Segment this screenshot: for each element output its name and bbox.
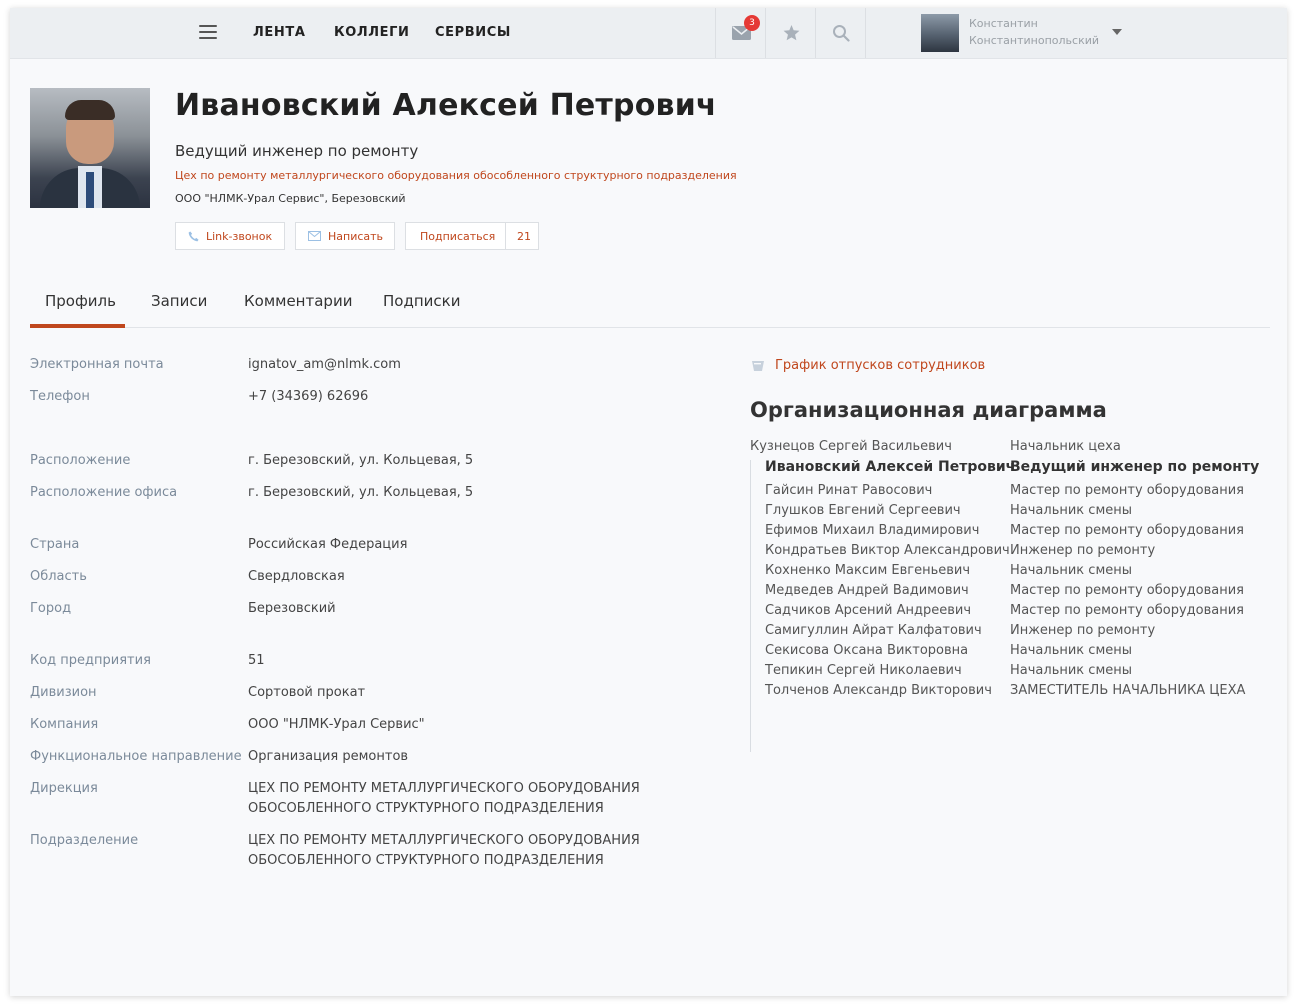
detail-label: Расположение офиса bbox=[30, 485, 178, 500]
org-manager-name[interactable]: Кузнецов Сергей Васильевич bbox=[750, 439, 952, 454]
active-tab-indicator bbox=[30, 324, 125, 328]
org-report-name[interactable]: Самигуллин Айрат Калфатович bbox=[765, 623, 982, 638]
org-report-role: Начальник смены bbox=[1010, 663, 1133, 678]
profile-position: Ведущий инженер по ремонту bbox=[175, 142, 419, 160]
org-report-name[interactable]: Секисова Оксана Викторовна bbox=[765, 643, 968, 658]
org-report-name[interactable]: Кохненко Максим Евгеньевич bbox=[765, 563, 970, 578]
org-manager-role: Начальник цеха bbox=[1010, 439, 1121, 454]
org-report-name[interactable]: Ефимов Михаил Владимирович bbox=[765, 523, 979, 538]
detail-label: Телефон bbox=[30, 389, 90, 404]
org-report-role: Инженер по ремонту bbox=[1010, 543, 1156, 558]
org-report-name[interactable]: Толченов Александр Викторович bbox=[765, 683, 992, 698]
org-report-role: Начальник смены bbox=[1010, 503, 1133, 518]
write-button[interactable]: Написать bbox=[295, 222, 395, 250]
avatar bbox=[921, 14, 959, 52]
detail-value: ЦЕХ ПО РЕМОНТУ МЕТАЛЛУРГИЧЕСКОГО ОБОРУДО… bbox=[248, 779, 640, 819]
vacation-schedule-label: График отпусков сотрудников bbox=[775, 358, 986, 373]
detail-value-line: ОБОСОБЛЕННОГО СТРУКТУРНОГО ПОДРАЗДЕЛЕНИЯ bbox=[248, 853, 604, 868]
calendar-icon bbox=[752, 360, 764, 371]
org-current-role: Ведущий инженер по ремонту bbox=[1010, 459, 1260, 475]
email-value[interactable]: ignatov_am@nlmk.com bbox=[248, 355, 401, 375]
tab-profile[interactable]: Профиль bbox=[45, 292, 116, 310]
detail-label: Город bbox=[30, 601, 72, 616]
detail-value: Организация ремонтов bbox=[248, 749, 409, 764]
org-report-role: ЗАМЕСТИТЕЛЬ НАЧАЛЬНИКА ЦЕХА bbox=[1010, 683, 1246, 698]
mail-badge: 3 bbox=[744, 15, 760, 31]
nav-colleagues[interactable]: КОЛЛЕГИ bbox=[334, 25, 410, 40]
app-window: ЛЕНТА КОЛЛЕГИ СЕРВИСЫ 3 Константин Конст… bbox=[10, 8, 1287, 996]
phone-icon bbox=[188, 230, 199, 241]
search-icon bbox=[833, 25, 850, 42]
detail-value: Березовский bbox=[248, 601, 336, 616]
detail-value: г. Березовский, ул. Кольцевая, 5 bbox=[248, 453, 474, 468]
org-report-name[interactable]: Гайсин Ринат Равосович bbox=[765, 483, 932, 498]
org-report-name[interactable]: Кондратьев Виктор Александрович bbox=[765, 543, 1010, 558]
nav-lenta[interactable]: ЛЕНТА bbox=[253, 25, 306, 40]
org-report-role: Мастер по ремонту оборудования bbox=[1010, 583, 1244, 598]
detail-value: 51 bbox=[248, 653, 265, 668]
profile-tabs: Профиль Записи Комментарии Подписки bbox=[30, 278, 1270, 328]
tab-subscriptions[interactable]: Подписки bbox=[383, 292, 460, 310]
detail-label: Область bbox=[30, 569, 87, 584]
profile-name: Ивановский Алексей Петрович bbox=[175, 88, 717, 123]
link-call-label: Link-звонок bbox=[206, 229, 273, 243]
detail-label: Страна bbox=[30, 537, 80, 552]
envelope-icon bbox=[308, 231, 321, 241]
org-report-name[interactable]: Глушков Евгений Сергеевич bbox=[765, 503, 961, 518]
top-bar: ЛЕНТА КОЛЛЕГИ СЕРВИСЫ 3 Константин Конст… bbox=[10, 8, 1287, 59]
tab-posts[interactable]: Записи bbox=[151, 292, 207, 310]
detail-value: Сортовой прокат bbox=[248, 685, 366, 700]
write-label: Написать bbox=[328, 229, 384, 243]
search-button[interactable] bbox=[815, 8, 866, 58]
org-report-name[interactable]: Медведев Андрей Вадимович bbox=[765, 583, 969, 598]
detail-label: Код предприятия bbox=[30, 653, 151, 668]
detail-label: Расположение bbox=[30, 453, 131, 468]
detail-label: Дирекция bbox=[30, 781, 98, 796]
detail-value: Свердловская bbox=[248, 569, 345, 584]
favorites-button[interactable] bbox=[765, 8, 816, 58]
org-report-role: Начальник смены bbox=[1010, 643, 1133, 658]
subscribe-button[interactable]: Подписаться 21 bbox=[405, 222, 539, 250]
detail-value: г. Березовский, ул. Кольцевая, 5 bbox=[248, 485, 474, 500]
detail-label: Компания bbox=[30, 717, 99, 732]
org-report-role: Мастер по ремонту оборудования bbox=[1010, 483, 1244, 498]
org-report-name[interactable]: Тепикин Сергей Николаевич bbox=[765, 663, 962, 678]
org-tree-line bbox=[750, 460, 751, 752]
link-call-button[interactable]: Link-звонок bbox=[175, 222, 285, 250]
subscribers-count: 21 bbox=[505, 223, 531, 249]
detail-value-line: ОБОСОБЛЕННОГО СТРУКТУРНОГО ПОДРАЗДЕЛЕНИЯ bbox=[248, 801, 604, 816]
menu-icon[interactable] bbox=[199, 25, 217, 41]
profile-photo bbox=[30, 88, 150, 208]
user-first-name: Константин bbox=[969, 17, 1038, 30]
subscribe-label: Подписаться bbox=[420, 229, 496, 243]
mail-button[interactable]: 3 bbox=[715, 8, 766, 58]
org-chart-title: Организационная диаграмма bbox=[750, 398, 1107, 422]
vacation-schedule-link[interactable]: График отпусков сотрудников bbox=[751, 358, 985, 373]
detail-value: Российская Федерация bbox=[248, 537, 408, 552]
org-current-name: Ивановский Алексей Петрович bbox=[765, 459, 1016, 475]
chevron-down-icon[interactable] bbox=[1112, 29, 1122, 35]
org-report-role: Мастер по ремонту оборудования bbox=[1010, 523, 1244, 538]
org-report-role: Инженер по ремонту bbox=[1010, 623, 1156, 638]
detail-label: Дивизион bbox=[30, 685, 97, 700]
detail-value-line: ЦЕХ ПО РЕМОНТУ МЕТАЛЛУРГИЧЕСКОГО ОБОРУДО… bbox=[248, 781, 640, 796]
star-icon bbox=[783, 25, 799, 41]
org-report-name[interactable]: Садчиков Арсений Андреевич bbox=[765, 603, 971, 618]
user-last-name: Константинопольский bbox=[969, 34, 1100, 47]
detail-value-line: ЦЕХ ПО РЕМОНТУ МЕТАЛЛУРГИЧЕСКОГО ОБОРУДО… bbox=[248, 833, 640, 848]
profile-department-link[interactable]: Цех по ремонту металлургического оборудо… bbox=[175, 169, 737, 182]
org-report-role: Мастер по ремонту оборудования bbox=[1010, 603, 1244, 618]
detail-value: ООО "НЛМК-Урал Сервис" bbox=[248, 717, 425, 732]
detail-label: Электронная почта bbox=[30, 357, 164, 372]
phone-value: +7 (34369) 62696 bbox=[248, 389, 369, 404]
tab-comments[interactable]: Комментарии bbox=[244, 292, 352, 310]
org-report-role: Начальник смены bbox=[1010, 563, 1133, 578]
profile-company: ООО "НЛМК-Урал Сервис", Березовский bbox=[175, 192, 406, 205]
detail-value: ЦЕХ ПО РЕМОНТУ МЕТАЛЛУРГИЧЕСКОГО ОБОРУДО… bbox=[248, 831, 640, 871]
detail-label: Подразделение bbox=[30, 833, 139, 848]
user-menu[interactable]: Константин Константинопольский bbox=[865, 8, 1287, 58]
nav-services[interactable]: СЕРВИСЫ bbox=[435, 25, 511, 40]
detail-label: Функциональное направление bbox=[30, 749, 242, 764]
